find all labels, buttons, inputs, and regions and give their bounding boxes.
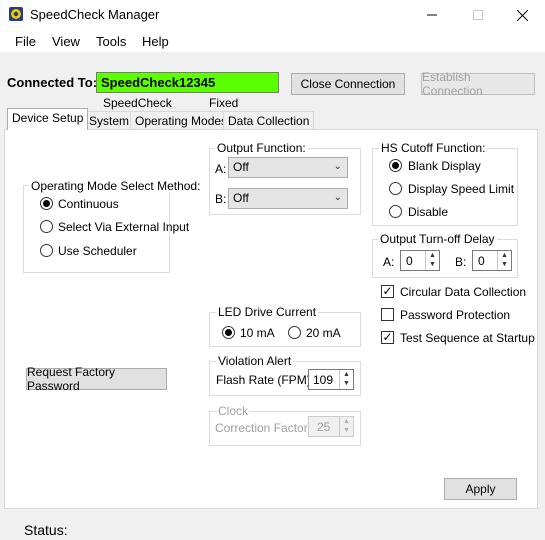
delay-b-spinner[interactable]: 0 ▲ ▼ (472, 250, 512, 271)
correction-factor-label: Correction Factor: (215, 421, 312, 435)
menu-bar (0, 30, 545, 52)
delay-a-spinner[interactable]: 0 ▲ ▼ (400, 250, 440, 271)
radio-blank-display[interactable] (389, 159, 402, 172)
output-a-label: A: (215, 162, 227, 176)
tab-system[interactable]: System (84, 111, 135, 129)
connected-to-label: Connected To: (7, 75, 98, 90)
disable-label: Disable (408, 205, 449, 219)
output-b-label: B: (215, 192, 227, 206)
minimize-icon[interactable] (409, 0, 455, 30)
blank-display-label: Blank Display (408, 159, 481, 173)
delay-a-value: 0 (406, 254, 413, 268)
flash-rate-value: 109 (313, 373, 334, 387)
close-icon[interactable] (499, 0, 545, 30)
tab-data-collection[interactable]: Data Collection (223, 111, 315, 129)
arrow-down-icon[interactable]: ▼ (498, 260, 511, 269)
tab-operating-modes[interactable]: Operating Modes (130, 111, 233, 129)
radio-10ma[interactable] (222, 326, 235, 339)
apply-button[interactable]: Apply (444, 478, 517, 500)
output-a-value: Off (233, 160, 249, 174)
flash-rate-spinner[interactable]: 109 ▲ ▼ (308, 369, 354, 390)
led-drive-title: LED Drive Current (216, 305, 319, 319)
status-label: Status: (24, 522, 68, 538)
display-speed-limit-label: Display Speed Limit (408, 182, 515, 196)
radio-20ma[interactable] (288, 326, 301, 339)
maximize-icon[interactable] (455, 0, 501, 30)
scheduler-label: Use Scheduler (58, 244, 137, 258)
correction-factor-value: 25 (317, 420, 331, 434)
radio-external-input[interactable] (40, 220, 53, 233)
operating-mode-title: Operating Mode Select Method: (29, 179, 203, 193)
app-logo-icon (9, 7, 23, 21)
continuous-label: Continuous (58, 197, 119, 211)
arrow-down-icon[interactable]: ▼ (340, 379, 353, 388)
request-factory-password-button[interactable]: Request Factory Password (26, 365, 167, 393)
circular-data-label: Circular Data Collection (400, 285, 527, 299)
radio-display-speed-limit[interactable] (389, 182, 402, 195)
arrow-up-icon[interactable]: ▲ (498, 251, 511, 260)
output-b-value: Off (233, 191, 249, 205)
device-name-label: SpeedCheck (103, 96, 172, 110)
delay-b-label: B: (455, 255, 467, 269)
menu-help[interactable]: Help (142, 34, 169, 49)
password-protection-label: Password Protection (400, 308, 511, 322)
hs-cutoff-title: HS Cutoff Function: (379, 141, 488, 155)
arrow-up-icon[interactable]: ▲ (426, 251, 439, 260)
arrow-down-icon[interactable]: ▼ (426, 260, 439, 269)
violation-alert-title: Violation Alert (216, 354, 294, 368)
device-id-field[interactable]: SpeedCheck12345 (96, 72, 279, 93)
menu-view[interactable]: View (52, 34, 80, 49)
radio-disable[interactable] (389, 205, 402, 218)
output-a-select[interactable]: Off ⌄ (228, 157, 348, 178)
window-title: SpeedCheck Manager (30, 7, 160, 22)
20ma-label: 20 mA (306, 326, 341, 340)
device-mode-label: Fixed (209, 96, 239, 110)
menu-tools[interactable]: Tools (96, 34, 126, 49)
delay-a-label: A: (383, 255, 395, 269)
password-protection-checkbox[interactable] (381, 308, 394, 321)
radio-continuous[interactable] (40, 197, 53, 210)
arrow-up-icon[interactable]: ▲ (340, 370, 353, 379)
radio-scheduler[interactable] (40, 244, 53, 257)
tab-device-setup[interactable]: Device Setup (7, 108, 89, 130)
flash-rate-label: Flash Rate (FPM): (216, 373, 315, 387)
chevron-down-icon: ⌄ (333, 192, 342, 203)
correction-factor-spinner: 25 ▲ ▼ (308, 416, 354, 437)
test-sequence-checkbox[interactable]: ✓ (381, 331, 394, 344)
output-b-select[interactable]: Off ⌄ (228, 188, 348, 209)
turnoff-delay-title: Output Turn-off Delay (378, 232, 497, 246)
arrow-up-icon: ▲ (343, 418, 350, 425)
menu-file[interactable]: File (15, 34, 36, 49)
establish-connection-button: Establish Connection (421, 70, 535, 98)
chevron-down-icon: ⌄ (333, 161, 342, 172)
arrow-down-icon: ▼ (343, 427, 350, 434)
output-function-title: Output Function: (215, 141, 308, 155)
10ma-label: 10 mA (240, 326, 275, 340)
test-sequence-label: Test Sequence at Startup (400, 331, 535, 345)
close-connection-button[interactable]: Close Connection (291, 73, 405, 95)
clock-title: Clock (216, 404, 251, 418)
delay-b-value: 0 (478, 254, 485, 268)
external-input-label: Select Via External Input (58, 220, 190, 234)
circular-data-checkbox[interactable]: ✓ (381, 285, 394, 298)
